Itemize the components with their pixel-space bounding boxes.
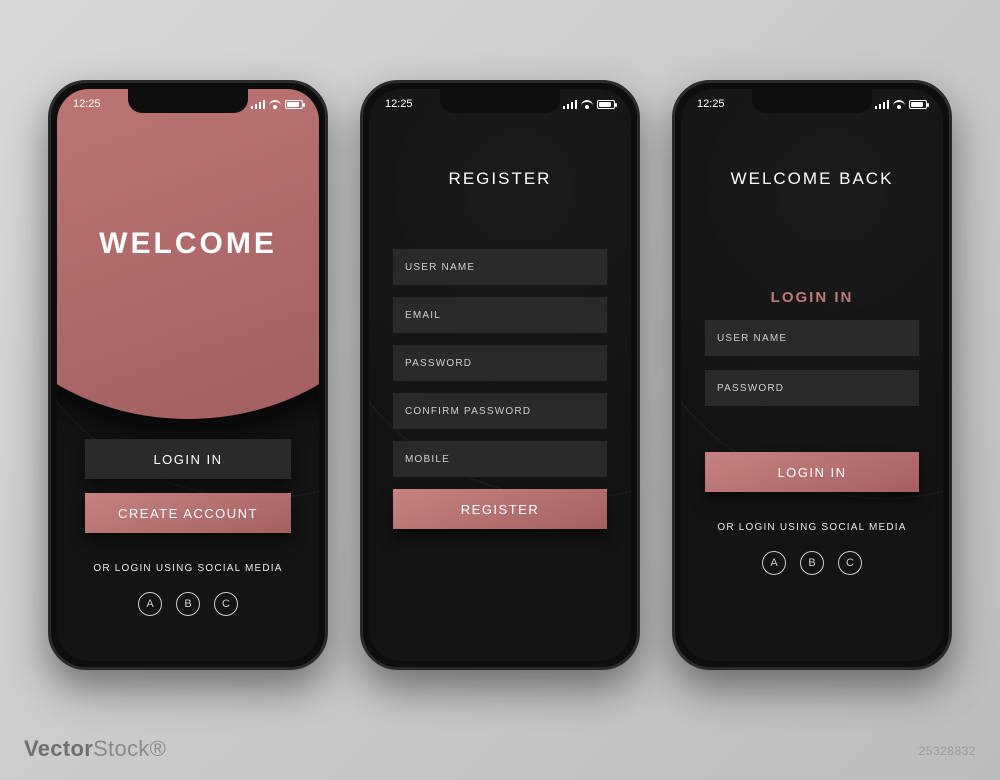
status-icons: [251, 100, 303, 109]
status-icons: [875, 100, 927, 109]
confirm-password-field[interactable]: [393, 393, 607, 429]
email-field[interactable]: [393, 297, 607, 333]
login-subtitle: LOGIN IN: [705, 289, 919, 306]
social-b-button[interactable]: B: [176, 592, 200, 616]
login-form: LOGIN IN LOGIN IN OR LOGIN USING SOCIAL …: [681, 289, 943, 575]
notch: [128, 89, 248, 113]
wifi-icon: [581, 100, 593, 109]
social-buttons: A B C: [138, 592, 238, 616]
battery-icon: [597, 100, 615, 109]
screen-welcome: 12:25 WELCOME LOGIN IN CREATE ACCOUNT OR…: [57, 89, 319, 661]
social-login-label: OR LOGIN USING SOCIAL MEDIA: [705, 522, 919, 533]
social-buttons: A B C: [705, 551, 919, 575]
welcome-actions: LOGIN IN CREATE ACCOUNT OR LOGIN USING S…: [57, 439, 319, 616]
screen-register: 12:25 REGISTER REGISTER: [369, 89, 631, 661]
signal-icon: [563, 100, 577, 109]
phone-login: 12:25 WELCOME BACK LOGIN IN LOGIN IN OR …: [672, 80, 952, 670]
watermark-brand-a: Vector: [24, 736, 93, 761]
username-field[interactable]: [705, 320, 919, 356]
create-account-button[interactable]: CREATE ACCOUNT: [85, 493, 291, 533]
social-a-button[interactable]: A: [138, 592, 162, 616]
login-button[interactable]: LOGIN IN: [85, 439, 291, 479]
status-time: 12:25: [697, 98, 725, 110]
signal-icon: [251, 100, 265, 109]
wifi-icon: [893, 100, 905, 109]
mobile-field[interactable]: [393, 441, 607, 477]
register-button[interactable]: REGISTER: [393, 489, 607, 529]
social-c-button[interactable]: C: [214, 592, 238, 616]
welcome-back-title: WELCOME BACK: [681, 169, 943, 189]
welcome-hero: WELCOME: [57, 89, 319, 419]
status-icons: [563, 100, 615, 109]
screen-login: 12:25 WELCOME BACK LOGIN IN LOGIN IN OR …: [681, 89, 943, 661]
status-time: 12:25: [73, 98, 101, 110]
watermark-brand-b: Stock: [93, 736, 150, 761]
phone-register: 12:25 REGISTER REGISTER: [360, 80, 640, 670]
notch: [752, 89, 872, 113]
image-id: 25328832: [919, 744, 976, 758]
battery-icon: [285, 100, 303, 109]
mockup-stage: 12:25 WELCOME LOGIN IN CREATE ACCOUNT OR…: [0, 0, 1000, 780]
status-time: 12:25: [385, 98, 413, 110]
phone-welcome: 12:25 WELCOME LOGIN IN CREATE ACCOUNT OR…: [48, 80, 328, 670]
social-c-button[interactable]: C: [838, 551, 862, 575]
social-b-button[interactable]: B: [800, 551, 824, 575]
password-field[interactable]: [705, 370, 919, 406]
password-field[interactable]: [393, 345, 607, 381]
social-a-button[interactable]: A: [762, 551, 786, 575]
watermark: VectorStock®: [24, 736, 166, 762]
notch: [440, 89, 560, 113]
login-submit-button[interactable]: LOGIN IN: [705, 452, 919, 492]
signal-icon: [875, 100, 889, 109]
wifi-icon: [269, 100, 281, 109]
username-field[interactable]: [393, 249, 607, 285]
spacer: [705, 420, 919, 438]
register-form: REGISTER: [369, 249, 631, 529]
battery-icon: [909, 100, 927, 109]
register-title: REGISTER: [369, 169, 631, 189]
social-login-label: OR LOGIN USING SOCIAL MEDIA: [93, 563, 282, 574]
welcome-title: WELCOME: [99, 227, 277, 261]
